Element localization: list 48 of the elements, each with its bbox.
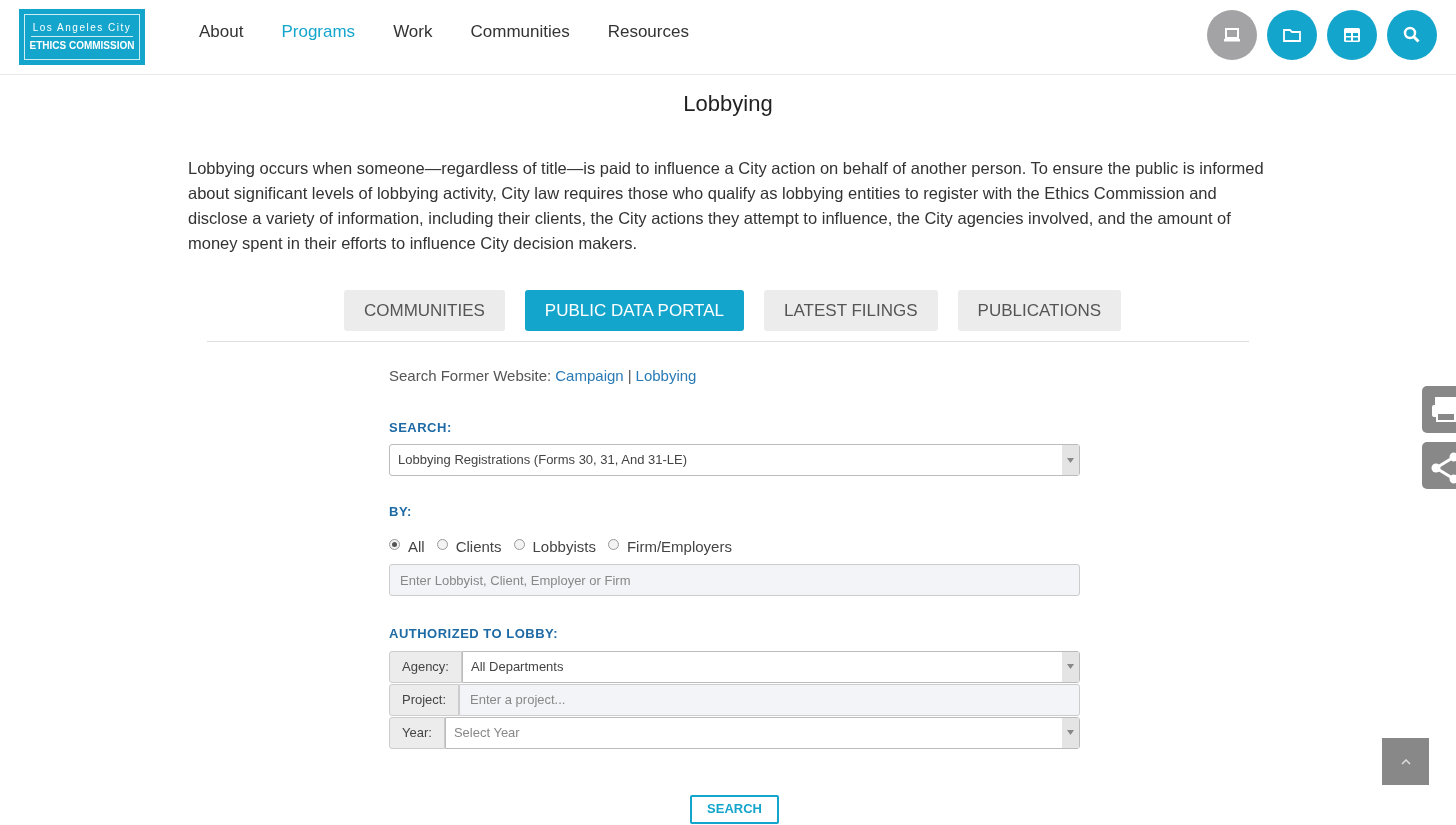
- field-label: Year:: [389, 716, 445, 749]
- nav-link[interactable]: Resources: [607, 19, 689, 45]
- dropdown-arrow-icon: [1067, 664, 1074, 669]
- tab[interactable]: PUBLICATIONS: [957, 290, 1121, 331]
- campaign-link[interactable]: Campaign: [555, 365, 624, 388]
- dropdown-arrow-icon: [1067, 730, 1074, 735]
- tab[interactable]: COMMUNITIES: [343, 290, 505, 331]
- chevron-up-icon: [1400, 758, 1411, 765]
- radio-label[interactable]: Firm/Employers: [626, 535, 732, 558]
- header-icon-button[interactable]: [1207, 9, 1257, 60]
- select-value: Select Year: [452, 723, 521, 742]
- header-icon-button[interactable]: [1327, 9, 1377, 60]
- radio-label[interactable]: Lobbyists: [532, 535, 596, 558]
- share-button[interactable]: [1422, 442, 1456, 489]
- lobbying-link[interactable]: Lobbying: [635, 365, 697, 388]
- former-website-label: Search Former Website:: [389, 366, 552, 386]
- dropdown-arrow-icon: [1067, 457, 1074, 463]
- search-input[interactable]: Enter Lobbyist, Client, Employer or Firm: [389, 564, 1080, 596]
- select-value: Lobbying Registrations (Forms 30, 31, And 31-LE): [397, 451, 689, 470]
- radio-label[interactable]: All: [408, 535, 425, 558]
- radio-button[interactable]: [389, 539, 400, 551]
- print-button[interactable]: [1422, 386, 1456, 433]
- nav-link[interactable]: Communities: [470, 19, 570, 45]
- link-separator: |: [627, 366, 632, 386]
- page-title: Lobbying: [682, 90, 774, 118]
- section-label: SEARCH:: [389, 418, 453, 437]
- select-value: All Departments: [470, 657, 565, 676]
- form-select[interactable]: All Departments: [462, 650, 1080, 683]
- nav-link[interactable]: Work: [393, 19, 433, 45]
- text-input[interactable]: Enter a project...: [459, 683, 1080, 716]
- logo-subtitle: ETHICS COMMISSION: [29, 39, 135, 51]
- radio-label[interactable]: Clients: [455, 535, 502, 558]
- section-label: AUTHORIZED TO LOBBY:: [389, 625, 560, 643]
- form-select[interactable]: Select Year: [444, 716, 1080, 749]
- section-label: BY:: [389, 503, 413, 521]
- radio-button[interactable]: [436, 539, 448, 551]
- radio-button[interactable]: [607, 539, 619, 551]
- tab[interactable]: LATEST FILINGS: [764, 290, 938, 331]
- header-icon-button[interactable]: [1387, 9, 1437, 60]
- nav-link[interactable]: About: [199, 19, 244, 45]
- header-icon-button[interactable]: [1267, 9, 1317, 60]
- radio-button[interactable]: [513, 539, 525, 551]
- form-select[interactable]: Lobbying Registrations (Forms 30, 31, And 31-LE): [389, 444, 1080, 476]
- field-label: Project:: [389, 683, 460, 716]
- intro-paragraph: Lobbying occurs when someone—regardless of title—is paid to influence a City action on behalf of another person. To ensure the public is informed about significant levels of lobbying activity, City law requires those who qualify as lobbying entities to register with the Ethics Commission and disclose a variety of information, including their clients, the City actions they attempt to influence, the City agencies involved, and the amount of money spent in their efforts to influence City decision makers.: [188, 158, 1265, 254]
- field-label: Agency:: [389, 650, 462, 683]
- logo-title: Los Angeles City: [30, 23, 134, 37]
- search-icon: [1402, 24, 1422, 45]
